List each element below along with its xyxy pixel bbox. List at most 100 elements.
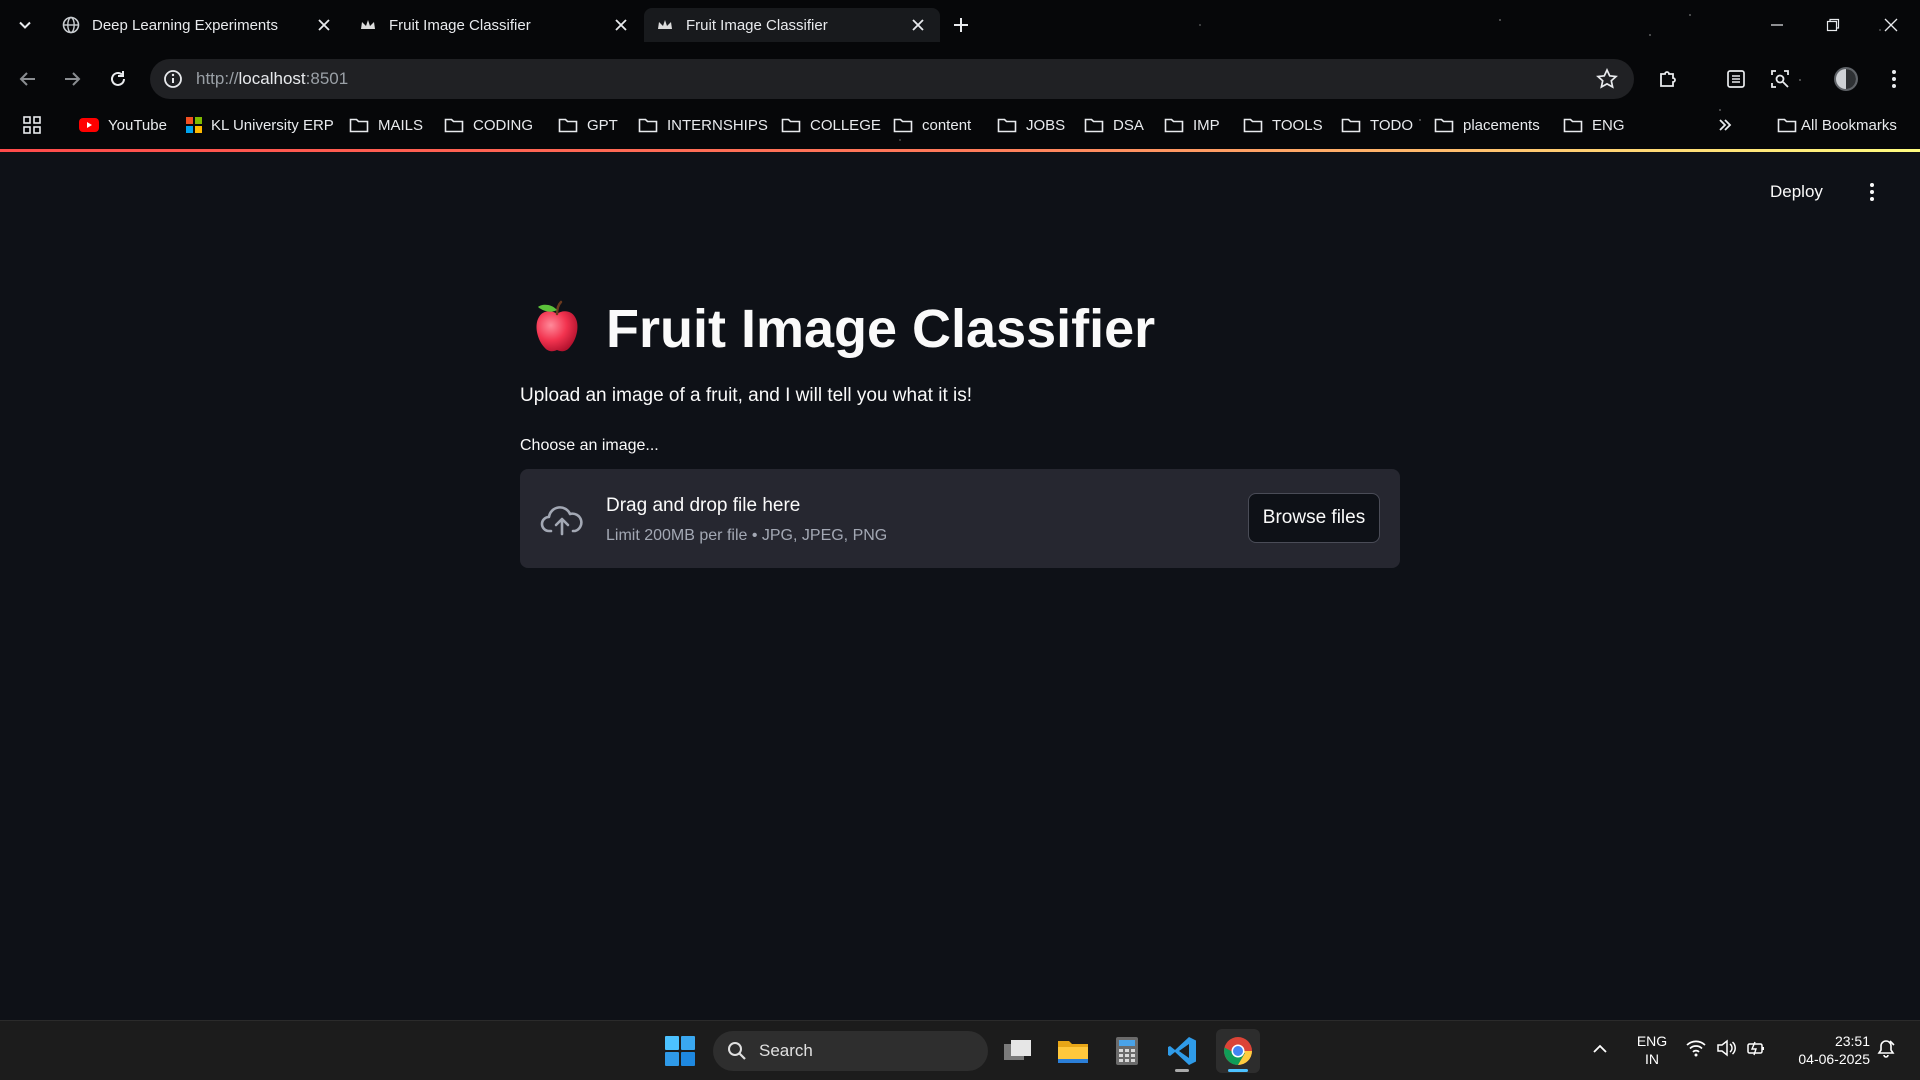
volume-icon[interactable]: [1716, 1039, 1736, 1057]
lang-primary: ENG: [1636, 1033, 1668, 1049]
kebab-menu-icon: [1870, 183, 1874, 201]
taskbar-file-explorer[interactable]: [1051, 1029, 1095, 1073]
bookmark-label: TODO: [1370, 116, 1414, 134]
bookmark-folder-imp[interactable]: IMP: [1164, 113, 1220, 137]
reload-icon: [111, 71, 125, 86]
windows-start-icon[interactable]: [664, 1035, 696, 1067]
youtube-icon: [79, 118, 99, 132]
new-tab-button[interactable]: [948, 12, 974, 38]
reload-button[interactable]: [104, 65, 132, 93]
bookmark-folder-todo[interactable]: TODO: [1341, 113, 1413, 137]
deploy-button[interactable]: Deploy: [1770, 182, 1823, 202]
bookmark-label: GPT: [587, 116, 618, 134]
bookmark-folder-tools[interactable]: TOOLS: [1243, 113, 1323, 137]
lens-button[interactable]: [1766, 65, 1794, 93]
tab-title: Fruit Image Classifier: [686, 16, 828, 34]
globe-icon: [62, 16, 80, 34]
minimize-icon: [1771, 24, 1783, 26]
browser-toolbar: http://localhost:8501: [0, 57, 1920, 101]
tab-fruit-classifier[interactable]: Fruit Image Classifier: [347, 8, 643, 42]
clock-date: 04-06-2025: [1798, 1051, 1870, 1067]
back-button[interactable]: [14, 65, 42, 93]
url-text: http://localhost:8501: [196, 69, 348, 89]
notifications-bell-icon[interactable]: [1876, 1039, 1896, 1059]
minimize-button[interactable]: [1762, 10, 1792, 40]
taskbar-vscode[interactable]: [1160, 1029, 1204, 1073]
more-bookmarks-button[interactable]: [1718, 113, 1741, 137]
colored-grid-icon: [186, 117, 202, 133]
bookmark-star-icon[interactable]: [1596, 67, 1618, 95]
extensions-button[interactable]: [1654, 65, 1682, 93]
site-info-icon[interactable]: [162, 68, 184, 90]
kebab-menu-icon: [1892, 70, 1896, 88]
folder-icon: [1084, 118, 1104, 133]
running-indicator: [1175, 1069, 1189, 1072]
folder-icon: [444, 118, 464, 133]
address-bar[interactable]: http://localhost:8501: [150, 59, 1634, 99]
bookmark-kl-erp[interactable]: KL University ERP: [186, 113, 334, 137]
taskbar-search-box[interactable]: Search: [713, 1031, 988, 1071]
tab-strip: Deep Learning Experiments Fruit Image Cl…: [0, 0, 1920, 50]
tab-fruit-classifier-active[interactable]: Fruit Image Classifier: [644, 8, 940, 42]
double-chevron-right-icon: [1719, 119, 1732, 131]
apps-grid-button[interactable]: [22, 113, 51, 137]
bookmark-label: CODING: [473, 116, 533, 134]
bookmark-folder-content[interactable]: content: [893, 113, 971, 137]
input-language-indicator[interactable]: ENG IN: [1632, 1032, 1672, 1068]
restore-button[interactable]: [1818, 10, 1848, 40]
bookmark-folder-college[interactable]: COLLEGE: [781, 113, 881, 137]
bookmark-folder-placements[interactable]: placements: [1434, 113, 1540, 137]
tab-search-button[interactable]: [12, 12, 38, 38]
bookmark-folder-coding[interactable]: CODING: [444, 113, 533, 137]
app-menu-button[interactable]: [1862, 178, 1882, 206]
taskbar-task-view[interactable]: [996, 1029, 1040, 1073]
bookmark-youtube[interactable]: YouTube: [79, 113, 167, 137]
close-icon[interactable]: [908, 15, 928, 35]
page-subtitle: Upload an image of a fruit, and I will t…: [520, 385, 973, 406]
all-bookmarks-folder[interactable]: All Bookmarks: [1777, 113, 1897, 137]
windows-taskbar: Search ENG IN 23:51 04-06-2025: [0, 1020, 1920, 1080]
file-dropzone[interactable]: Drag and drop file here Limit 200MB per …: [520, 469, 1400, 568]
folder-icon: [1164, 118, 1184, 133]
system-clock[interactable]: 23:51 04-06-2025: [1780, 1032, 1870, 1068]
arrow-left-icon: [19, 72, 35, 86]
bookmark-label: ENG: [1592, 116, 1625, 134]
tab-title: Deep Learning Experiments: [92, 16, 278, 34]
folder-icon: [1434, 118, 1454, 133]
browser-menu-button[interactable]: [1880, 65, 1908, 93]
wifi-icon[interactable]: [1686, 1039, 1706, 1057]
file-explorer-icon: [1058, 1041, 1088, 1063]
cloud-upload-icon: [540, 506, 583, 536]
reading-list-button[interactable]: [1722, 65, 1750, 93]
browse-files-button[interactable]: Browse files: [1248, 493, 1380, 543]
tab-title: Fruit Image Classifier: [389, 16, 531, 34]
task-view-icon: [1004, 1040, 1031, 1060]
close-icon[interactable]: [611, 15, 631, 35]
uploader-label: Choose an image...: [520, 437, 659, 454]
taskbar-chrome[interactable]: [1216, 1029, 1260, 1073]
bookmark-label: placements: [1463, 116, 1540, 134]
bookmark-folder-dsa[interactable]: DSA: [1084, 113, 1144, 137]
bookmark-folder-jobs[interactable]: JOBS: [997, 113, 1065, 137]
folder-icon: [893, 118, 913, 133]
bookmarks-bar: YouTube KL University ERP MAILS CODING G…: [0, 110, 1920, 140]
folder-icon: [349, 118, 369, 133]
chevron-down-icon: [19, 21, 31, 29]
forward-button[interactable]: [58, 65, 86, 93]
show-hidden-icons-button[interactable]: [1592, 1041, 1608, 1057]
bookmark-label: YouTube: [108, 116, 167, 134]
close-window-button[interactable]: [1876, 10, 1906, 40]
url-port: :8501: [305, 69, 349, 88]
bookmark-folder-gpt[interactable]: GPT: [558, 113, 618, 137]
bookmark-folder-internships[interactable]: INTERNSHIPS: [638, 113, 768, 137]
apps-grid-icon: [23, 116, 41, 134]
battery-charging-icon[interactable]: [1746, 1039, 1766, 1057]
bookmark-label: JOBS: [1026, 116, 1066, 134]
tab-deep-learning[interactable]: Deep Learning Experiments: [50, 8, 346, 42]
avatar: [1834, 67, 1858, 91]
bookmark-folder-eng[interactable]: ENG: [1563, 113, 1625, 137]
profile-button[interactable]: [1832, 65, 1860, 93]
taskbar-calculator[interactable]: [1105, 1029, 1149, 1073]
bookmark-folder-mails[interactable]: MAILS: [349, 113, 423, 137]
close-icon[interactable]: [314, 15, 334, 35]
